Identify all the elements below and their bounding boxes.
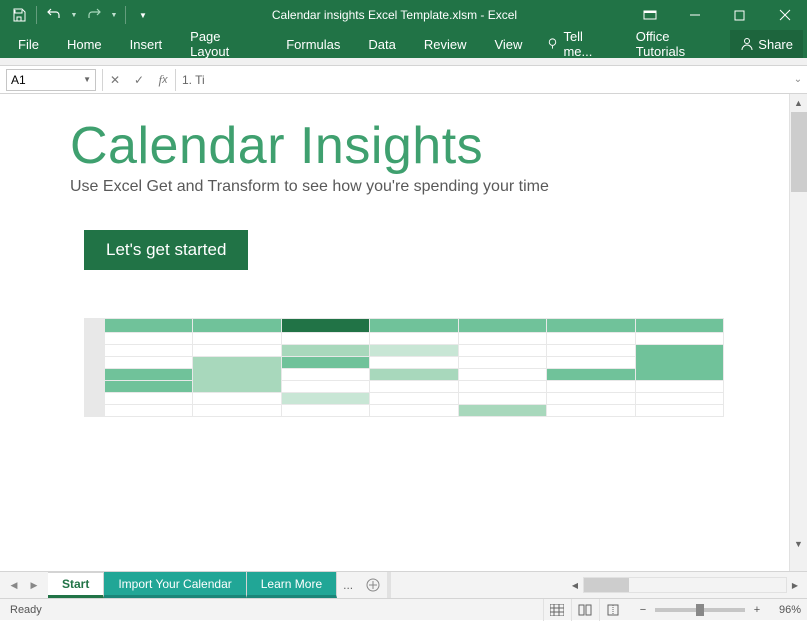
name-box-dropdown-icon[interactable]: ▼ xyxy=(83,75,91,84)
view-buttons xyxy=(543,599,627,621)
ribbon-tabs: File Home Insert Page Layout Formulas Da… xyxy=(0,30,807,58)
sheet-tab-start[interactable]: Start xyxy=(48,572,104,598)
enter-formula-icon[interactable]: ✓ xyxy=(127,69,151,91)
ribbon-display-options-icon[interactable] xyxy=(627,0,672,30)
vertical-scroll-thumb[interactable] xyxy=(791,112,807,192)
share-label: Share xyxy=(758,37,793,52)
name-box[interactable]: A1 ▼ xyxy=(6,69,96,91)
qat-separator xyxy=(36,6,37,24)
calendar-graphic xyxy=(84,318,724,417)
tab-navigation: ◀ ▶ xyxy=(0,572,48,598)
person-icon xyxy=(740,37,754,51)
sheet-tab-bar: ◀ ▶ Start Import Your Calendar Learn Mor… xyxy=(0,571,807,598)
sheet-tab-label: Start xyxy=(62,577,89,591)
cancel-formula-icon[interactable]: ✕ xyxy=(103,69,127,91)
expand-formula-bar-icon[interactable]: ⌄ xyxy=(789,74,807,85)
tab-review[interactable]: Review xyxy=(410,30,481,58)
worksheet-area: Calendar Insights Use Excel Get and Tran… xyxy=(0,94,807,571)
scroll-down-icon[interactable]: ▼ xyxy=(790,535,807,553)
zoom-in-button[interactable]: + xyxy=(749,604,765,616)
redo-dropdown-icon[interactable]: ▼ xyxy=(109,4,119,26)
lets-get-started-button[interactable]: Let's get started xyxy=(84,230,248,270)
scroll-left-icon[interactable]: ◀ xyxy=(567,577,583,593)
sheet-tab-learn-more[interactable]: Learn More xyxy=(247,572,337,598)
title-bar: ▼ ▼ ▼ Calendar insights Excel Template.x… xyxy=(0,0,807,30)
tab-file[interactable]: File xyxy=(4,30,53,58)
tell-me-search[interactable]: Tell me... xyxy=(536,29,621,59)
tab-formulas[interactable]: Formulas xyxy=(272,30,354,58)
window-title: Calendar insights Excel Template.xlsm - … xyxy=(162,8,627,22)
window-controls xyxy=(627,0,807,30)
quick-access-toolbar: ▼ ▼ ▼ xyxy=(0,4,162,26)
ribbon-collapsed-strip xyxy=(0,58,807,66)
tab-home[interactable]: Home xyxy=(53,30,116,58)
zoom-level[interactable]: 96% xyxy=(773,604,807,616)
sheet-tab-label: Import Your Calendar xyxy=(118,577,231,591)
zoom-out-button[interactable]: − xyxy=(635,604,651,616)
save-icon[interactable] xyxy=(8,4,30,26)
tab-page-layout[interactable]: Page Layout xyxy=(176,30,272,58)
horizontal-scrollbar[interactable]: ◀ ▶ xyxy=(567,572,807,598)
tell-me-label: Tell me... xyxy=(563,29,611,59)
tab-data[interactable]: Data xyxy=(354,30,409,58)
tab-nav-next-icon[interactable]: ▶ xyxy=(26,577,42,593)
tab-bar-splitter[interactable] xyxy=(387,572,567,598)
zoom-slider[interactable] xyxy=(655,608,745,612)
scroll-right-icon[interactable]: ▶ xyxy=(787,577,803,593)
new-sheet-button[interactable] xyxy=(359,572,387,598)
undo-icon[interactable] xyxy=(43,4,65,26)
vertical-scrollbar[interactable]: ▲ ▼ xyxy=(789,94,807,571)
office-tutorials-link[interactable]: Office Tutorials xyxy=(622,30,731,58)
insert-function-icon[interactable]: fx xyxy=(151,69,175,91)
qat-separator-2 xyxy=(125,6,126,24)
sheet-tab-import[interactable]: Import Your Calendar xyxy=(104,572,246,598)
plus-circle-icon xyxy=(366,578,380,592)
close-icon[interactable] xyxy=(762,0,807,30)
horizontal-scroll-track[interactable] xyxy=(583,577,787,593)
status-bar: Ready − + 96% xyxy=(0,598,807,620)
normal-view-icon[interactable] xyxy=(543,599,571,621)
lightbulb-icon xyxy=(546,37,559,51)
tab-overflow-button[interactable]: ... xyxy=(337,572,359,598)
share-button[interactable]: Share xyxy=(730,30,803,58)
horizontal-scroll-thumb[interactable] xyxy=(584,578,629,592)
formula-bar: A1 ▼ ✕ ✓ fx 1. Ti ⌄ xyxy=(0,66,807,94)
maximize-icon[interactable] xyxy=(717,0,762,30)
redo-icon[interactable] xyxy=(83,4,105,26)
page-subtitle: Use Excel Get and Transform to see how y… xyxy=(70,178,729,196)
zoom-controls: − + xyxy=(627,604,773,616)
formula-input[interactable]: 1. Ti xyxy=(176,73,789,87)
page-layout-view-icon[interactable] xyxy=(571,599,599,621)
qat-customize-icon[interactable]: ▼ xyxy=(132,4,154,26)
sheet-tab-label: Learn More xyxy=(261,577,322,591)
undo-dropdown-icon[interactable]: ▼ xyxy=(69,4,79,26)
scroll-up-icon[interactable]: ▲ xyxy=(790,94,807,112)
page-break-view-icon[interactable] xyxy=(599,599,627,621)
name-box-value: A1 xyxy=(11,73,26,87)
status-ready: Ready xyxy=(0,604,52,616)
tab-insert[interactable]: Insert xyxy=(116,30,177,58)
tab-view[interactable]: View xyxy=(480,30,536,58)
page-title: Calendar Insights xyxy=(70,116,729,176)
zoom-slider-handle[interactable] xyxy=(696,604,704,616)
tab-nav-prev-icon[interactable]: ◀ xyxy=(6,577,22,593)
sheet-view[interactable]: Calendar Insights Use Excel Get and Tran… xyxy=(0,94,789,571)
minimize-icon[interactable] xyxy=(672,0,717,30)
